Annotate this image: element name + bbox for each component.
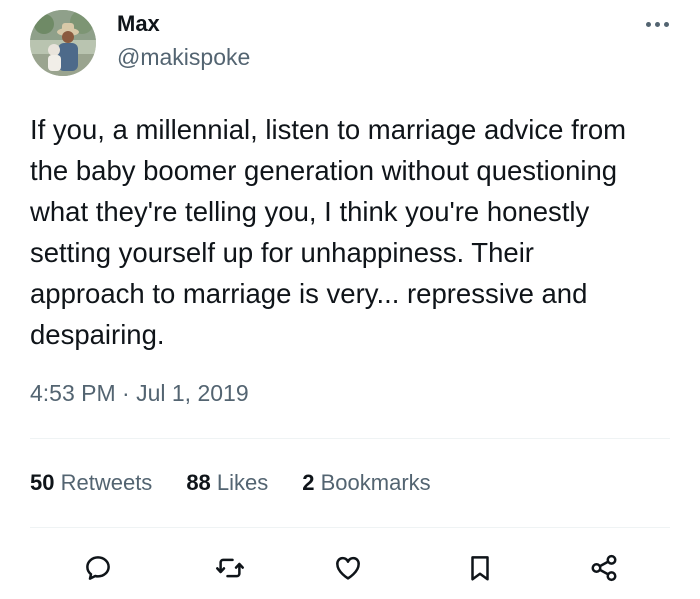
share-button[interactable]: [584, 548, 624, 588]
author-name[interactable]: Max: [117, 11, 160, 37]
engagement-stats: 50 Retweets 88 Likes 2 Bookmarks: [30, 470, 431, 496]
reply-icon: [86, 556, 110, 580]
more-horizontal-icon: [645, 21, 651, 27]
more-dot: [654, 21, 660, 27]
bookmarks-label: Bookmarks: [320, 470, 431, 495]
bookmarks-count: 2: [302, 470, 321, 495]
divider: [30, 438, 670, 439]
reply-button[interactable]: [78, 548, 118, 588]
avatar[interactable]: [30, 10, 96, 76]
retweet-icon: [216, 558, 244, 578]
tweet-timestamp[interactable]: 4:53 PM · Jul 1, 2019: [30, 380, 249, 407]
tweet-text: If you, a millennial, listen to marriage…: [30, 114, 627, 350]
action-bar: [0, 548, 700, 592]
author-handle[interactable]: @makispoke: [117, 44, 250, 71]
tweet-card: Max @makispoke If you, a millennial, lis…: [0, 0, 700, 599]
likes-stat[interactable]: 88 Likes: [186, 470, 268, 496]
heart-icon: [336, 556, 360, 580]
likes-label: Likes: [216, 470, 269, 495]
more-options-button[interactable]: [640, 14, 674, 34]
more-dot: [663, 21, 669, 27]
retweet-button[interactable]: [210, 548, 250, 588]
bookmarks-stat[interactable]: 2 Bookmarks: [302, 470, 430, 496]
share-icon: [591, 554, 617, 582]
retweets-count: 50: [30, 470, 61, 495]
avatar-image: [30, 10, 96, 76]
bookmark-button[interactable]: [460, 548, 500, 588]
retweets-stat[interactable]: 50 Retweets: [30, 470, 152, 496]
retweets-label: Retweets: [60, 470, 153, 495]
likes-count: 88: [186, 470, 217, 495]
bookmark-icon: [471, 556, 489, 581]
divider: [30, 527, 670, 528]
like-button[interactable]: [328, 548, 368, 588]
